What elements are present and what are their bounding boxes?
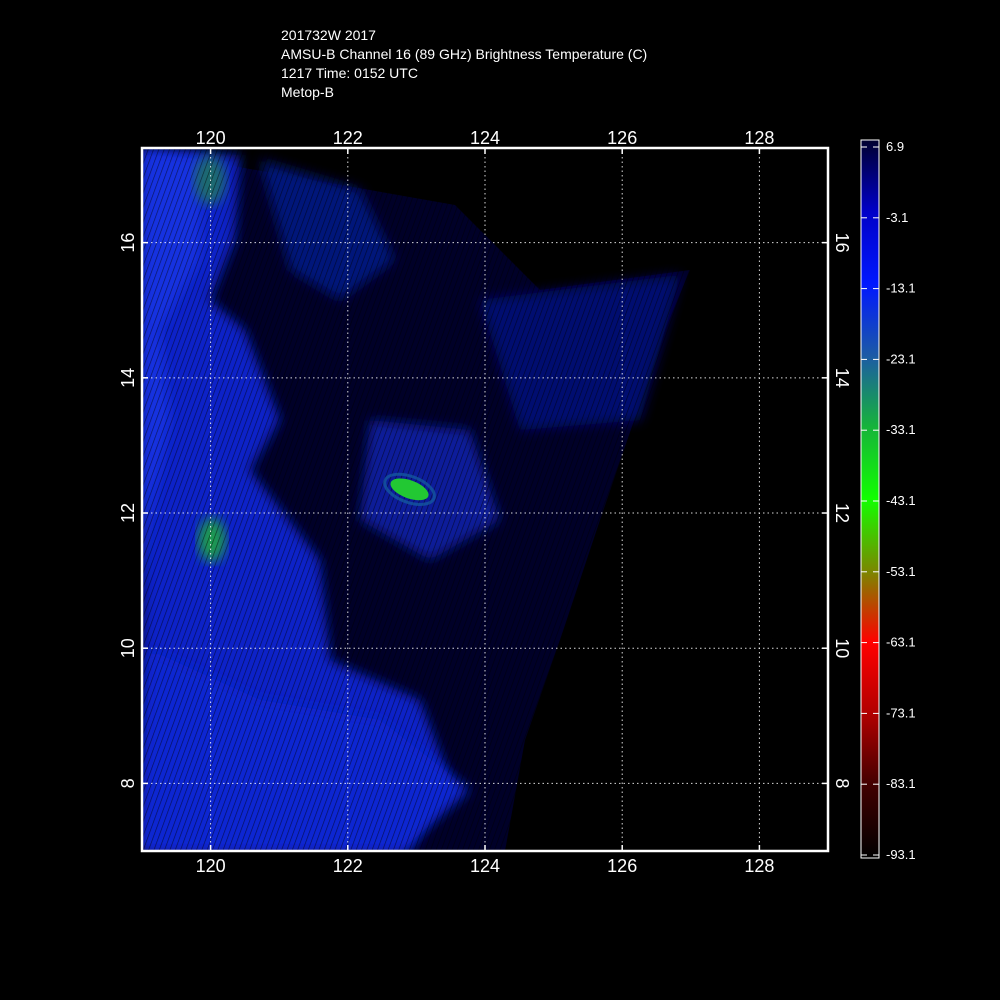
- lon-tick-label-bottom: 120: [196, 856, 226, 876]
- colorbar-label: -13.1: [886, 281, 916, 296]
- colorbar-label: 6.9: [886, 139, 904, 154]
- brightness-temperature-map: 120 120 122 122 124 124 126 126 128 128 8 8 10 10 12 12…: [118, 128, 916, 876]
- lat-tick-label-left: 8: [118, 778, 138, 788]
- lat-tick-label-left: 14: [118, 368, 138, 388]
- lon-tick-label-bottom: 124: [470, 856, 500, 876]
- colorbar-label: -93.1: [886, 847, 916, 862]
- lat-tick-label-right: 14: [832, 368, 852, 388]
- lon-tick-label-bottom: 126: [607, 856, 637, 876]
- colorbar-label: -33.1: [886, 422, 916, 437]
- lon-tick-label-bottom: 128: [744, 856, 774, 876]
- lon-tick-label-top: 124: [470, 128, 500, 148]
- lon-tick-label-top: 122: [333, 128, 363, 148]
- colorbar-label: -43.1: [886, 493, 916, 508]
- colorbar-label: -73.1: [886, 705, 916, 720]
- colorbar: 6.9 -3.1 -13.1 -23.1 -33.1 -43.1 -53.1 -63.1 -73…: [860, 139, 916, 862]
- lon-tick-label-top: 128: [744, 128, 774, 148]
- lon-tick-label-top: 126: [607, 128, 637, 148]
- lon-tick-label-top: 120: [196, 128, 226, 148]
- lat-tick-label-right: 10: [832, 638, 852, 658]
- lat-tick-label-right: 8: [832, 778, 852, 788]
- colorbar-label: -83.1: [886, 776, 916, 791]
- lat-tick-label-right: 16: [832, 233, 852, 253]
- lat-tick-label-right: 12: [832, 503, 852, 523]
- lon-tick-label-bottom: 122: [333, 856, 363, 876]
- colorbar-label: -53.1: [886, 564, 916, 579]
- lat-tick-label-left: 12: [118, 503, 138, 523]
- colorbar-label: -63.1: [886, 635, 916, 650]
- colorbar-ramp: [860, 139, 880, 859]
- colorbar-label: -23.1: [886, 351, 916, 366]
- colorbar-label: -3.1: [886, 210, 908, 225]
- lat-tick-label-left: 10: [118, 638, 138, 658]
- lat-tick-label-left: 16: [118, 233, 138, 253]
